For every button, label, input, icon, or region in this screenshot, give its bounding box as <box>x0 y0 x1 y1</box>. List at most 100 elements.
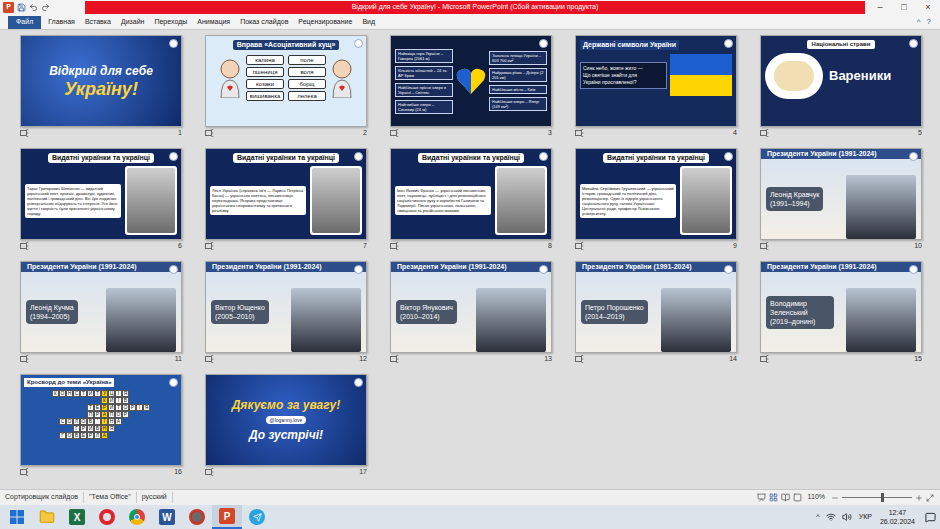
taskbar-app[interactable]: P <box>212 505 242 529</box>
transition-icon[interactable] <box>390 355 399 363</box>
normal-view-icon[interactable] <box>757 493 766 502</box>
file-tab[interactable]: Файл <box>8 16 41 29</box>
transition-icon[interactable] <box>390 129 399 137</box>
slide-item[interactable]: Видатні українки та українціЛеся Українк… <box>205 148 367 252</box>
powerpoint-icon[interactable]: P <box>219 508 235 524</box>
ribbon-tab[interactable]: Рецензирование <box>293 16 357 29</box>
slide-item[interactable]: Відкрий для себеУкраїну!1 <box>20 35 182 139</box>
slide-item[interactable]: Видатні українки та українціМихайло Серг… <box>575 148 737 252</box>
window-control[interactable]: × <box>916 1 940 15</box>
transition-icon[interactable] <box>205 129 214 137</box>
taskbar-app[interactable] <box>2 505 32 529</box>
zoom-thumb[interactable] <box>881 493 884 502</box>
transition-icon[interactable] <box>205 242 214 250</box>
slide-item[interactable]: Видатні українки та українціІван Якович … <box>390 148 552 252</box>
ribbon-tab[interactable]: Показ слайдов <box>235 16 293 29</box>
telegram-icon[interactable] <box>249 509 265 525</box>
network-icon[interactable] <box>826 512 836 522</box>
window-control[interactable]: □ <box>892 1 916 15</box>
transition-icon[interactable] <box>760 242 769 250</box>
transition-icon[interactable] <box>760 355 769 363</box>
taskbar-app[interactable] <box>92 505 122 529</box>
slide-thumbnail[interactable]: Президенти України (1991-2024)Віктор Юще… <box>205 261 367 353</box>
taskbar-app[interactable]: W <box>152 505 182 529</box>
transition-icon[interactable] <box>760 129 769 137</box>
slide-item[interactable]: Президенти України (1991-2024)Віктор Яну… <box>390 261 552 365</box>
chrome-icon[interactable] <box>129 509 145 525</box>
folder-icon[interactable] <box>39 509 55 525</box>
language[interactable]: УКР <box>855 512 876 523</box>
slide-thumbnail[interactable]: Видатні українки та українціМихайло Серг… <box>575 148 737 240</box>
slide-item[interactable]: Кросворд до теми «Україна»КОНСТИТУЦІЯКИЇ… <box>20 374 182 478</box>
fit-icon[interactable] <box>926 494 934 502</box>
slide-thumbnail[interactable]: Дякуємо за увагу!@loganny.loveДо зустріч… <box>205 374 367 466</box>
slide-item[interactable]: Найвища гора України – Говерла (2061 м)К… <box>390 35 552 139</box>
slide-item[interactable]: Президенти України (1991-2024)Петро Поро… <box>575 261 737 365</box>
transition-icon[interactable] <box>20 468 29 476</box>
slide-item[interactable]: Президенти України (1991-2024)Леонід Кра… <box>760 148 922 252</box>
transition-icon[interactable] <box>20 355 29 363</box>
ribbon-tab[interactable]: Переходы <box>149 16 192 29</box>
transition-icon[interactable] <box>20 242 29 250</box>
clock[interactable]: 12:4726.02.2024 <box>876 508 919 526</box>
transition-icon[interactable] <box>575 242 584 250</box>
word-icon[interactable]: W <box>159 509 175 525</box>
slide-thumbnail[interactable]: Відкрий для себеУкраїну! <box>20 35 182 127</box>
slide-thumbnail[interactable]: Кросворд до теми «Україна»КОНСТИТУЦІЯКИЇ… <box>20 374 182 466</box>
transition-icon[interactable] <box>575 355 584 363</box>
reading-view-icon[interactable] <box>781 493 790 502</box>
slide-item[interactable]: Президенти України (1991-2024)Віктор Юще… <box>205 261 367 365</box>
zoom-out-icon[interactable] <box>831 494 839 502</box>
slide-thumbnail[interactable]: Державні символи УкраїниСинє небо, жовте… <box>575 35 737 127</box>
tray-expand[interactable]: ^ <box>813 511 823 523</box>
transition-icon[interactable] <box>390 242 399 250</box>
zoom-slider[interactable] <box>842 497 912 498</box>
ribbon-button[interactable]: ^ <box>914 16 924 28</box>
slide-item[interactable]: Вправа «Асоціативний кущ»калинапшеницяко… <box>205 35 367 139</box>
slide-thumbnail[interactable]: Видатні українки та українціТарас Григор… <box>20 148 182 240</box>
slide-thumbnail[interactable]: Видатні українки та українціІван Якович … <box>390 148 552 240</box>
slide-thumbnail[interactable]: Президенти України (1991-2024)Віктор Яну… <box>390 261 552 353</box>
slide-thumbnail[interactable]: Президенти України (1991-2024)Леонід Кра… <box>760 148 922 240</box>
transition-icon[interactable] <box>205 468 214 476</box>
ribbon-tab[interactable]: Главная <box>43 16 80 29</box>
save-icon[interactable] <box>17 3 26 12</box>
taskbar-app[interactable]: X <box>62 505 92 529</box>
powerpoint-icon[interactable]: P <box>3 2 14 13</box>
zoom-value[interactable]: 110% <box>805 492 828 503</box>
transition-icon[interactable] <box>205 355 214 363</box>
slide-thumbnail[interactable]: Національні стравиВареники <box>760 35 922 127</box>
ribbon-tab[interactable]: Вид <box>357 16 380 29</box>
taskbar-app[interactable] <box>122 505 152 529</box>
slide-thumbnail[interactable]: Вправа «Асоціативний кущ»калинапшеницяко… <box>205 35 367 127</box>
slide-item[interactable]: Президенти України (1991-2024)Леонід Куч… <box>20 261 182 365</box>
excel-icon[interactable]: X <box>69 509 85 525</box>
ribbon-tab[interactable]: Анимация <box>192 16 235 29</box>
slide-item[interactable]: Видатні українки та українціТарас Григор… <box>20 148 182 252</box>
slide-item[interactable]: Державні символи УкраїниСинє небо, жовте… <box>575 35 737 139</box>
slide-thumbnail[interactable]: Найвища гора України – Говерла (2061 м)К… <box>390 35 552 127</box>
sorter-view-icon[interactable] <box>769 493 778 502</box>
slide-item[interactable]: Національні стравиВареники5 <box>760 35 922 139</box>
ribbon-button[interactable]: ? <box>924 16 934 28</box>
slide-thumbnail[interactable]: Президенти України (1991-2024)Петро Поро… <box>575 261 737 353</box>
slide-thumbnail[interactable]: Президенти України (1991-2024)Володимир … <box>760 261 922 353</box>
taskbar-app[interactable] <box>242 505 272 529</box>
undo-icon[interactable] <box>29 3 38 12</box>
volume-icon[interactable] <box>842 512 852 522</box>
app-icon[interactable] <box>189 509 205 525</box>
taskbar-app[interactable] <box>32 505 62 529</box>
slideshow-icon[interactable] <box>793 493 802 502</box>
zoom-in-icon[interactable] <box>915 494 923 502</box>
slide-thumbnail[interactable]: Видатні українки та українціЛеся Українк… <box>205 148 367 240</box>
transition-icon[interactable] <box>575 129 584 137</box>
window-control[interactable]: – <box>868 1 892 15</box>
slide-item[interactable]: Президенти України (1991-2024)Володимир … <box>760 261 922 365</box>
slide-thumbnail[interactable]: Президенти України (1991-2024)Леонід Куч… <box>20 261 182 353</box>
taskbar-app[interactable] <box>182 505 212 529</box>
windows-logo-icon[interactable] <box>10 510 24 524</box>
opera-icon[interactable] <box>99 509 115 525</box>
notification-icon[interactable] <box>925 512 936 523</box>
slide-item[interactable]: Дякуємо за увагу!@loganny.loveДо зустріч… <box>205 374 367 478</box>
redo-icon[interactable] <box>41 3 50 12</box>
